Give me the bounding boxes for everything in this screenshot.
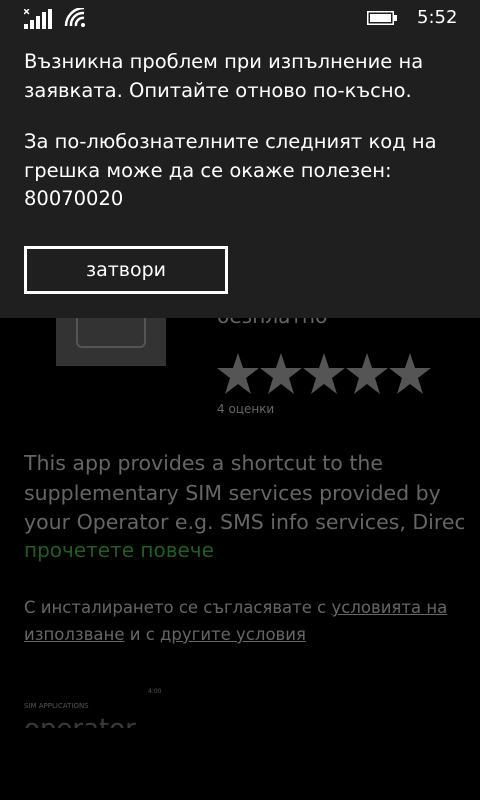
star-icon bbox=[389, 353, 431, 394]
wifi-icon bbox=[64, 8, 85, 27]
star-icon bbox=[303, 353, 345, 394]
description-line: This app provides a shortcut to the bbox=[24, 451, 384, 475]
terms-prefix: С инсталирането се съгласявате с bbox=[24, 598, 332, 617]
star-icon bbox=[217, 353, 259, 394]
read-more-link[interactable]: прочетете повече bbox=[24, 538, 214, 562]
description-line: your Operator e.g. SMS info services, Di… bbox=[24, 510, 464, 534]
clock: 5:52 bbox=[417, 7, 458, 28]
rating-count: 4 оценки bbox=[217, 402, 275, 416]
screenshot-time: 4:00 bbox=[148, 688, 162, 695]
error-detail: За по-любознателните следният код на гре… bbox=[24, 130, 437, 210]
error-dialog: Възникна проблем при изпълнение на заявк… bbox=[0, 38, 480, 318]
signal-strength-icon bbox=[24, 9, 52, 29]
screenshot-caption: SIM APPLICATIONS bbox=[24, 702, 89, 710]
rating-stars bbox=[217, 353, 431, 394]
terms-middle: и с bbox=[124, 625, 161, 644]
terms-text: С инсталирането се съгласявате с условия… bbox=[24, 594, 464, 648]
error-message: Възникна проблем при изпълнение на заявк… bbox=[24, 50, 424, 102]
battery-icon bbox=[367, 11, 397, 25]
other-terms-link[interactable]: другите условия bbox=[160, 625, 306, 644]
status-bar: 5:52 bbox=[0, 0, 480, 38]
app-description: This app provides a shortcut to the supp… bbox=[24, 449, 464, 538]
screenshot-title[interactable]: operator bbox=[24, 714, 136, 728]
description-line: supplementary SIM services provided by bbox=[24, 480, 441, 505]
star-icon bbox=[346, 353, 388, 394]
close-button[interactable]: затвори bbox=[24, 246, 228, 294]
star-icon bbox=[260, 353, 302, 394]
